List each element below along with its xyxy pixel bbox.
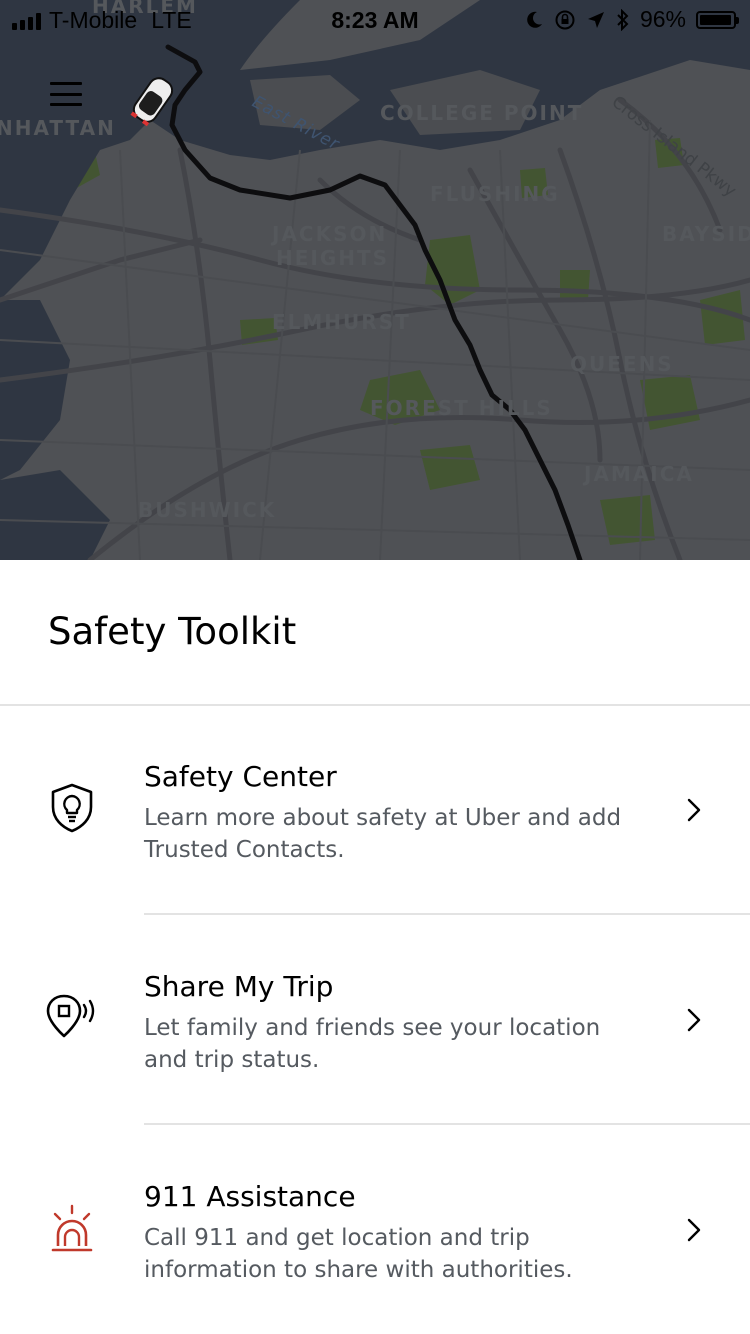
map-label-forest-hills: FOREST HILLS [370, 396, 553, 420]
share-my-trip-description: Let family and friends see your location… [144, 1015, 601, 1073]
car-icon [130, 77, 174, 127]
hamburger-menu-icon[interactable] [50, 82, 82, 106]
map-label-bushwick: BUSHWICK [138, 498, 277, 522]
map-view[interactable]: HARLEM NHATTAN East River COLLEGE POINT … [0, 0, 750, 560]
app-screen: HARLEM NHATTAN East River COLLEGE POINT … [0, 0, 750, 1334]
rotation-lock-icon [555, 10, 575, 29]
safety-center-title: Safety Center [144, 760, 337, 793]
battery-icon [696, 10, 739, 29]
moon-icon [527, 11, 542, 28]
row-divider [144, 1123, 750, 1125]
status-bar: T-Mobile LTE 8:23 AM 96% [0, 0, 750, 40]
row-divider [144, 913, 750, 915]
sheet-header-divider [0, 704, 750, 706]
siren-icon [51, 1204, 93, 1252]
sheet-title: Safety Toolkit [48, 610, 297, 653]
map-label-flushing: FLUSHING [430, 182, 560, 206]
safety-toolkit-sheet: Safety Toolkit Safety Center Learn more … [0, 560, 750, 1334]
shield-lightbulb-icon [51, 783, 93, 833]
map-label-heights: HEIGHTS [276, 246, 390, 270]
chevron-right-icon [687, 1218, 701, 1242]
battery-percentage: 96% [639, 6, 686, 32]
map-label-bayside: BAYSIDE [662, 222, 750, 246]
map-label-manhattan: NHATTAN [0, 116, 116, 140]
911-assistance-title: 911 Assistance [144, 1180, 356, 1213]
chevron-right-icon [687, 1008, 701, 1032]
battery-fill [700, 14, 731, 25]
911-assistance-description: Call 911 and get location and trip infor… [144, 1225, 573, 1283]
map-label-jamaica: JAMAICA [584, 462, 694, 486]
status-bar-right: 96% [524, 6, 739, 33]
map-label-jackson: JACKSON [272, 222, 388, 246]
safety-center-description: Learn more about safety at Uber and add … [144, 805, 622, 863]
map-label-elmhurst: ELMHURST [272, 310, 411, 334]
chevron-right-icon [687, 798, 701, 822]
share-my-trip-title: Share My Trip [144, 970, 334, 1003]
911-assistance-row[interactable]: 911 Assistance Call 911 and get location… [0, 1180, 750, 1334]
share-my-trip-row[interactable]: Share My Trip Let family and friends see… [0, 970, 750, 1180]
map-label-queens: QUEENS [570, 352, 674, 376]
location-broadcast-icon [46, 994, 95, 1038]
map-label-college-point: COLLEGE POINT [380, 101, 584, 125]
bluetooth-icon [617, 8, 629, 31]
location-arrow-icon [587, 11, 604, 28]
safety-center-row[interactable]: Safety Center Learn more about safety at… [0, 760, 750, 970]
